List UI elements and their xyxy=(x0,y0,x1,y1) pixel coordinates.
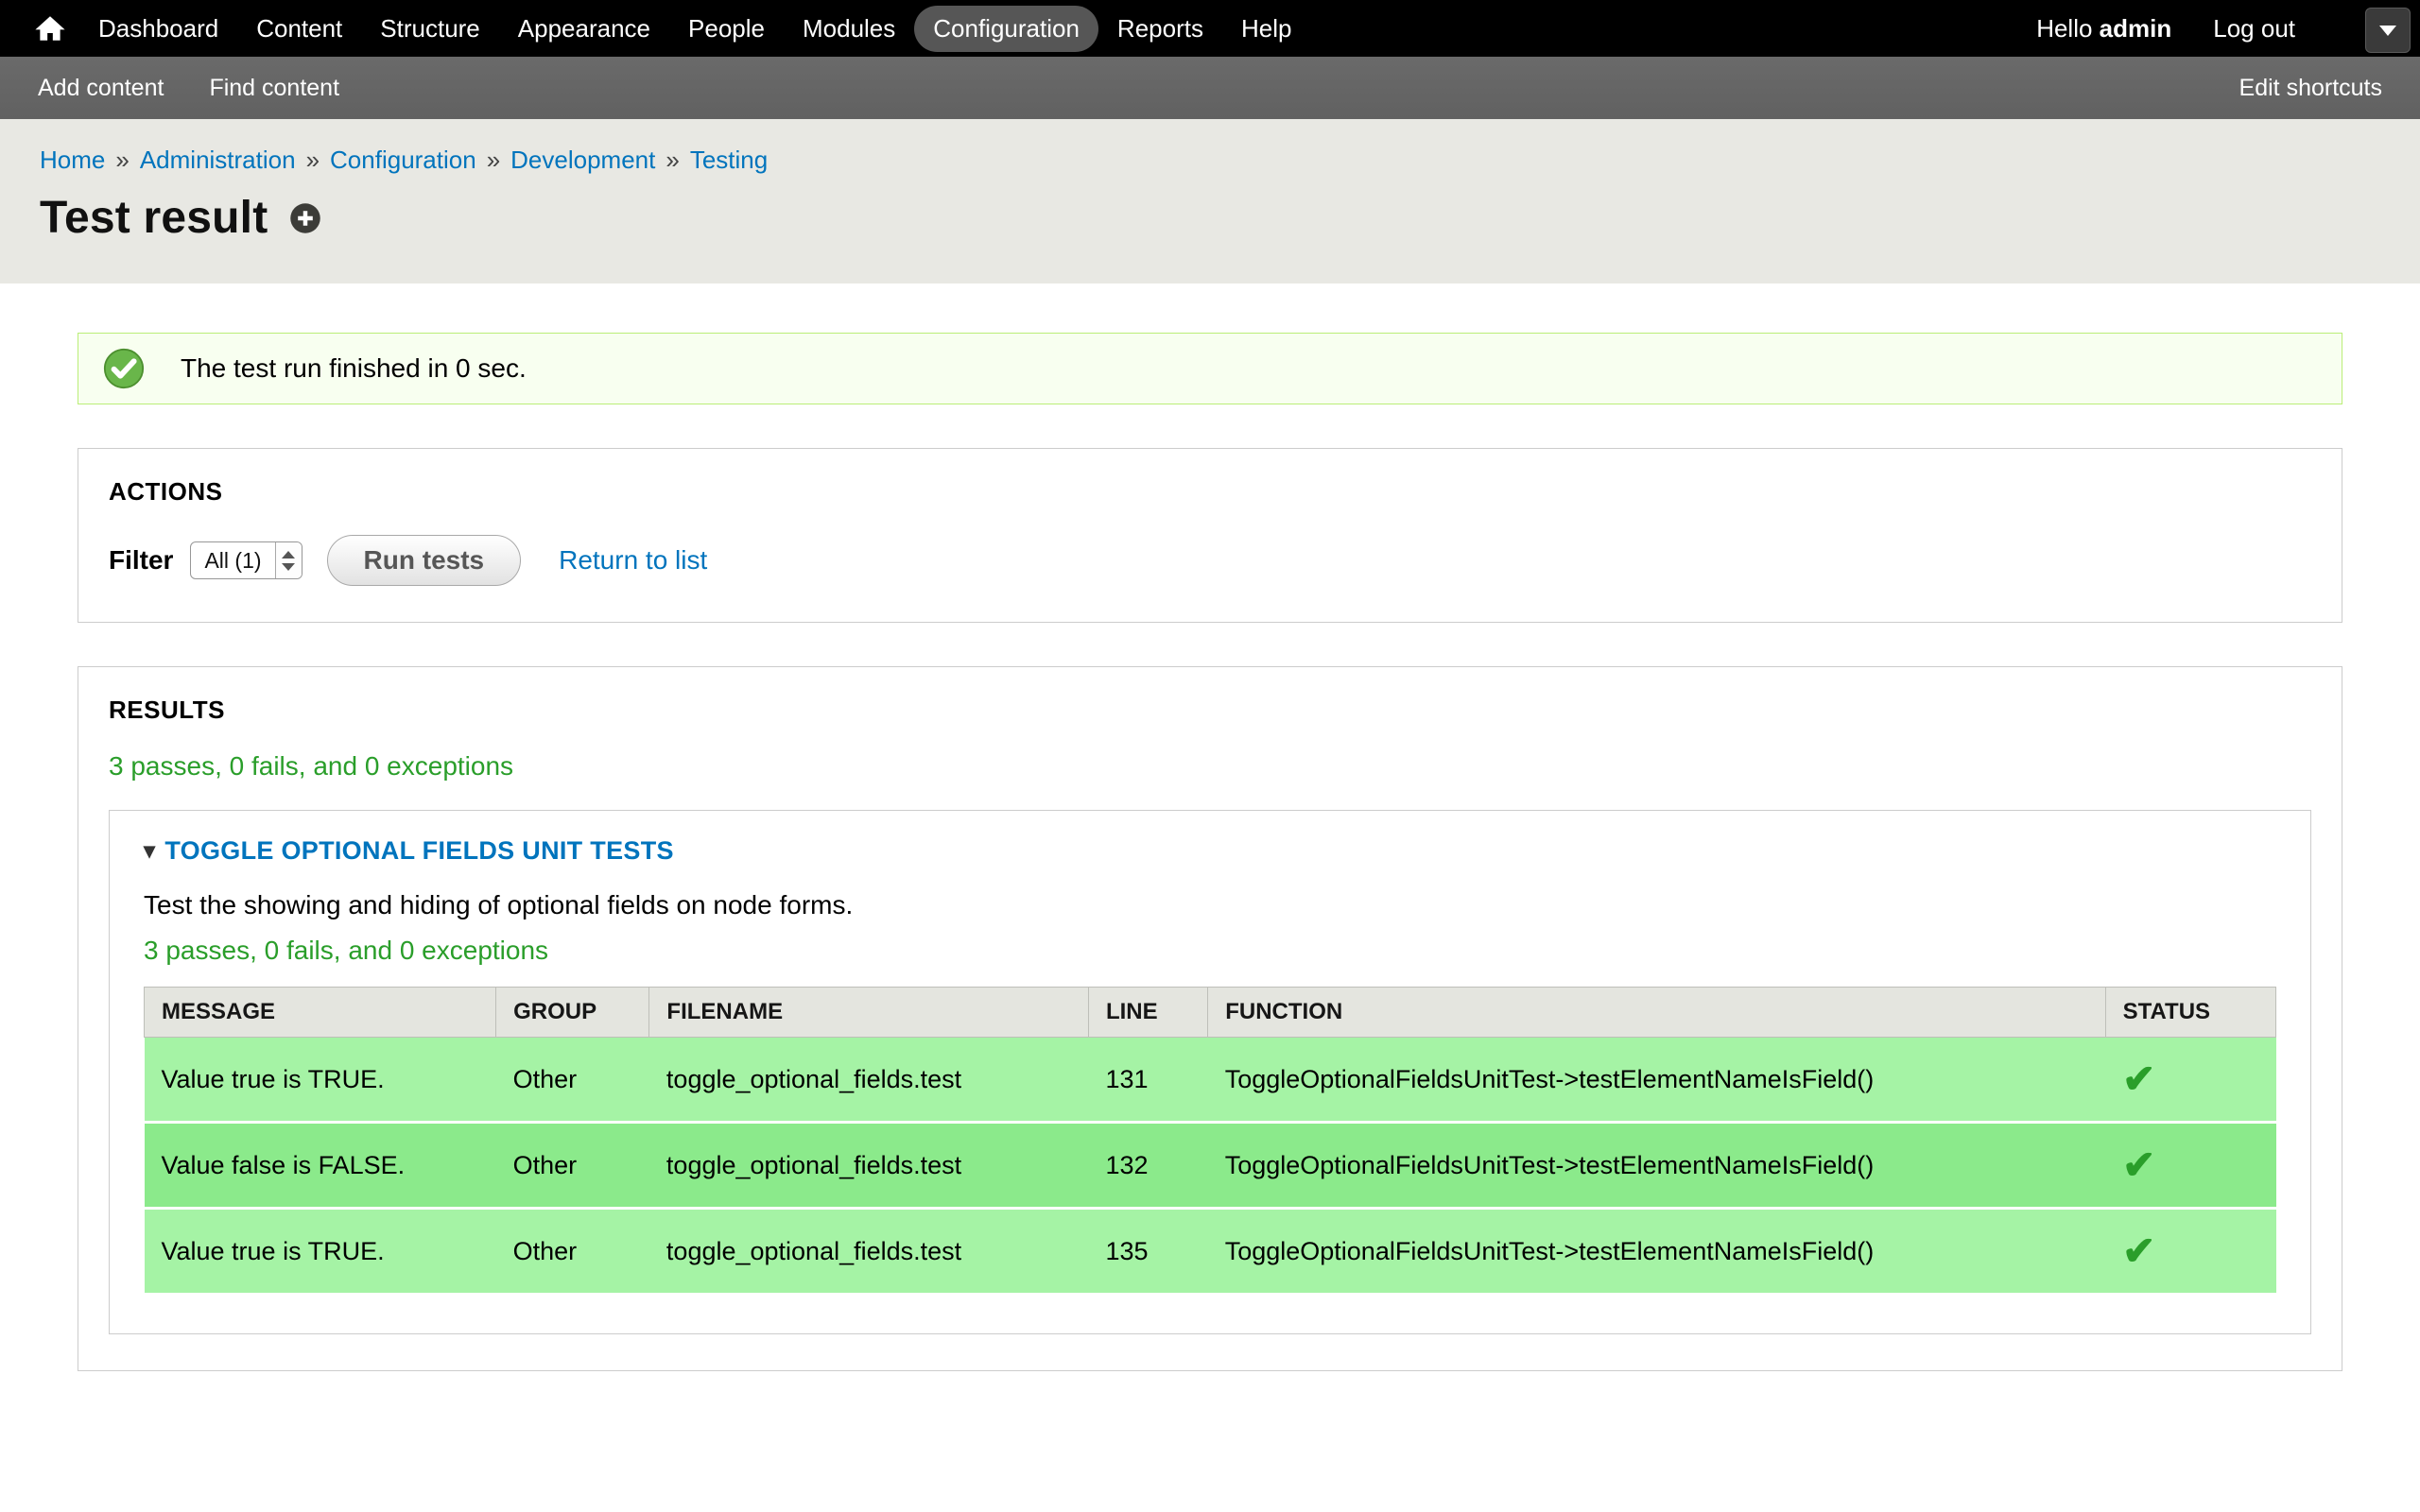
table-row: Value false is FALSE.Othertoggle_optiona… xyxy=(145,1123,2276,1209)
cell-line: 131 xyxy=(1088,1038,1207,1123)
test-group-description: Test the showing and hiding of optional … xyxy=(144,890,2276,920)
main-content: The test run finished in 0 sec. ACTIONS … xyxy=(0,333,2420,1371)
actions-fieldset: ACTIONS Filter All (1) Run tests Return … xyxy=(78,448,2342,623)
home-icon-glyph xyxy=(34,12,66,44)
filter-row: Filter All (1) Run tests Return to list xyxy=(109,535,2311,586)
toolbar-item-dashboard[interactable]: Dashboard xyxy=(79,6,237,52)
breadcrumb-separator: » xyxy=(115,146,129,174)
status-message: The test run finished in 0 sec. xyxy=(78,333,2342,404)
filter-label: Filter xyxy=(109,545,173,576)
results-fieldset: RESULTS 3 passes, 0 fails, and 0 excepti… xyxy=(78,666,2342,1371)
breadcrumb-link-administration[interactable]: Administration xyxy=(140,146,296,174)
run-tests-button[interactable]: Run tests xyxy=(327,535,522,586)
toolbar-item-configuration[interactable]: Configuration xyxy=(914,6,1098,52)
pass-check-icon: ✔ xyxy=(2122,1143,2155,1187)
cell-filename: toggle_optional_fields.test xyxy=(649,1038,1089,1123)
column-header-group: GROUP xyxy=(496,988,649,1038)
column-header-line: LINE xyxy=(1088,988,1207,1038)
table-row: Value true is TRUE.Othertoggle_optional_… xyxy=(145,1038,2276,1123)
add-shortcut-icon[interactable] xyxy=(288,201,322,235)
shortcut-bar: Add content Find content Edit shortcuts xyxy=(0,57,2420,119)
shortcut-item-find-content[interactable]: Find content xyxy=(209,75,339,102)
toolbar-item-appearance[interactable]: Appearance xyxy=(499,6,669,52)
actions-legend: ACTIONS xyxy=(109,477,2311,507)
column-header-status: STATUS xyxy=(2105,988,2275,1038)
shortcut-menu: Add content Find content xyxy=(38,75,339,102)
select-stepper-icon xyxy=(275,542,302,578)
pass-check-icon: ✔ xyxy=(2122,1228,2155,1273)
plus-circle-icon xyxy=(288,201,322,235)
admin-toolbar: DashboardContentStructureAppearancePeopl… xyxy=(0,0,2420,57)
toolbar-menu: DashboardContentStructureAppearancePeopl… xyxy=(79,6,1310,52)
results-legend: RESULTS xyxy=(109,696,2311,725)
home-icon[interactable] xyxy=(34,12,66,44)
cell-function: ToggleOptionalFieldsUnitTest->testElemen… xyxy=(1208,1209,2105,1295)
page-header-band: Home » Administration » Configuration » Develo… xyxy=(0,119,2420,284)
page-title: Test result xyxy=(40,192,268,244)
logout-link[interactable]: Log out xyxy=(2213,14,2295,43)
cell-line: 132 xyxy=(1088,1123,1207,1209)
filter-select[interactable]: All (1) xyxy=(190,541,302,579)
cell-line: 135 xyxy=(1088,1209,1207,1295)
breadcrumb-link-testing[interactable]: Testing xyxy=(690,146,768,174)
toolbar-user-area: Hello admin Log out xyxy=(2036,14,2295,43)
cell-filename: toggle_optional_fields.test xyxy=(649,1209,1089,1295)
cell-group: Other xyxy=(496,1209,649,1295)
breadcrumb-separator: » xyxy=(306,146,320,174)
test-group-legend[interactable]: ▾ TOGGLE OPTIONAL FIELDS UNIT TESTS xyxy=(144,836,674,866)
test-group-fieldset: ▾ TOGGLE OPTIONAL FIELDS UNIT TESTS Test… xyxy=(109,810,2311,1334)
edit-shortcuts-link[interactable]: Edit shortcuts xyxy=(2239,75,2382,102)
breadcrumb: Home » Administration » Configuration » Develo… xyxy=(40,146,2380,175)
toolbar-item-modules[interactable]: Modules xyxy=(784,6,914,52)
collapse-arrow-icon: ▾ xyxy=(144,837,155,865)
cell-message: Value true is TRUE. xyxy=(145,1209,496,1295)
toolbar-item-structure[interactable]: Structure xyxy=(361,6,499,52)
shortcut-item-add-content[interactable]: Add content xyxy=(38,75,164,102)
toolbar-item-people[interactable]: People xyxy=(669,6,784,52)
pass-check-icon: ✔ xyxy=(2122,1057,2155,1101)
cell-group: Other xyxy=(496,1123,649,1209)
cell-group: Other xyxy=(496,1038,649,1123)
toolbar-item-content[interactable]: Content xyxy=(237,6,361,52)
return-to-list-link[interactable]: Return to list xyxy=(559,545,707,576)
results-summary: 3 passes, 0 fails, and 0 exceptions xyxy=(109,751,2311,782)
username: admin xyxy=(2100,14,2172,43)
breadcrumb-link-configuration[interactable]: Configuration xyxy=(330,146,476,174)
breadcrumb-separator: » xyxy=(666,146,679,174)
chevron-down-icon xyxy=(2379,26,2396,36)
table-header-row: MESSAGEGROUPFILENAMELINEFUNCTIONSTATUS xyxy=(145,988,2276,1038)
cell-status: ✔ xyxy=(2105,1038,2275,1123)
breadcrumb-link-home[interactable]: Home xyxy=(40,146,105,174)
title-row: Test result xyxy=(40,192,2380,244)
toolbar-item-help[interactable]: Help xyxy=(1222,6,1310,52)
cell-status: ✔ xyxy=(2105,1209,2275,1295)
greeting-prefix: Hello xyxy=(2036,14,2092,43)
toolbar-item-reports[interactable]: Reports xyxy=(1098,6,1222,52)
cell-filename: toggle_optional_fields.test xyxy=(649,1123,1089,1209)
cell-message: Value false is FALSE. xyxy=(145,1123,496,1209)
status-ok-icon xyxy=(103,348,145,389)
cell-function: ToggleOptionalFieldsUnitTest->testElemen… xyxy=(1208,1123,2105,1209)
breadcrumb-link-development[interactable]: Development xyxy=(510,146,655,174)
breadcrumb-separator: » xyxy=(487,146,500,174)
toolbar-toggle-button[interactable] xyxy=(2365,8,2411,53)
greeting-text: Hello admin xyxy=(2036,14,2171,43)
column-header-filename: FILENAME xyxy=(649,988,1089,1038)
page: DashboardContentStructureAppearancePeopl… xyxy=(0,0,2420,1371)
test-group-legend-text: TOGGLE OPTIONAL FIELDS UNIT TESTS xyxy=(164,836,673,866)
column-header-function: FUNCTION xyxy=(1208,988,2105,1038)
test-group-summary: 3 passes, 0 fails, and 0 exceptions xyxy=(144,936,2276,966)
cell-function: ToggleOptionalFieldsUnitTest->testElemen… xyxy=(1208,1038,2105,1123)
cell-message: Value true is TRUE. xyxy=(145,1038,496,1123)
status-message-text: The test run finished in 0 sec. xyxy=(181,353,527,384)
results-table: MESSAGEGROUPFILENAMELINEFUNCTIONSTATUS V… xyxy=(144,987,2276,1296)
filter-select-value: All (1) xyxy=(191,542,274,578)
table-row: Value true is TRUE.Othertoggle_optional_… xyxy=(145,1209,2276,1295)
table-body: Value true is TRUE.Othertoggle_optional_… xyxy=(145,1038,2276,1295)
column-header-message: MESSAGE xyxy=(145,988,496,1038)
cell-status: ✔ xyxy=(2105,1123,2275,1209)
